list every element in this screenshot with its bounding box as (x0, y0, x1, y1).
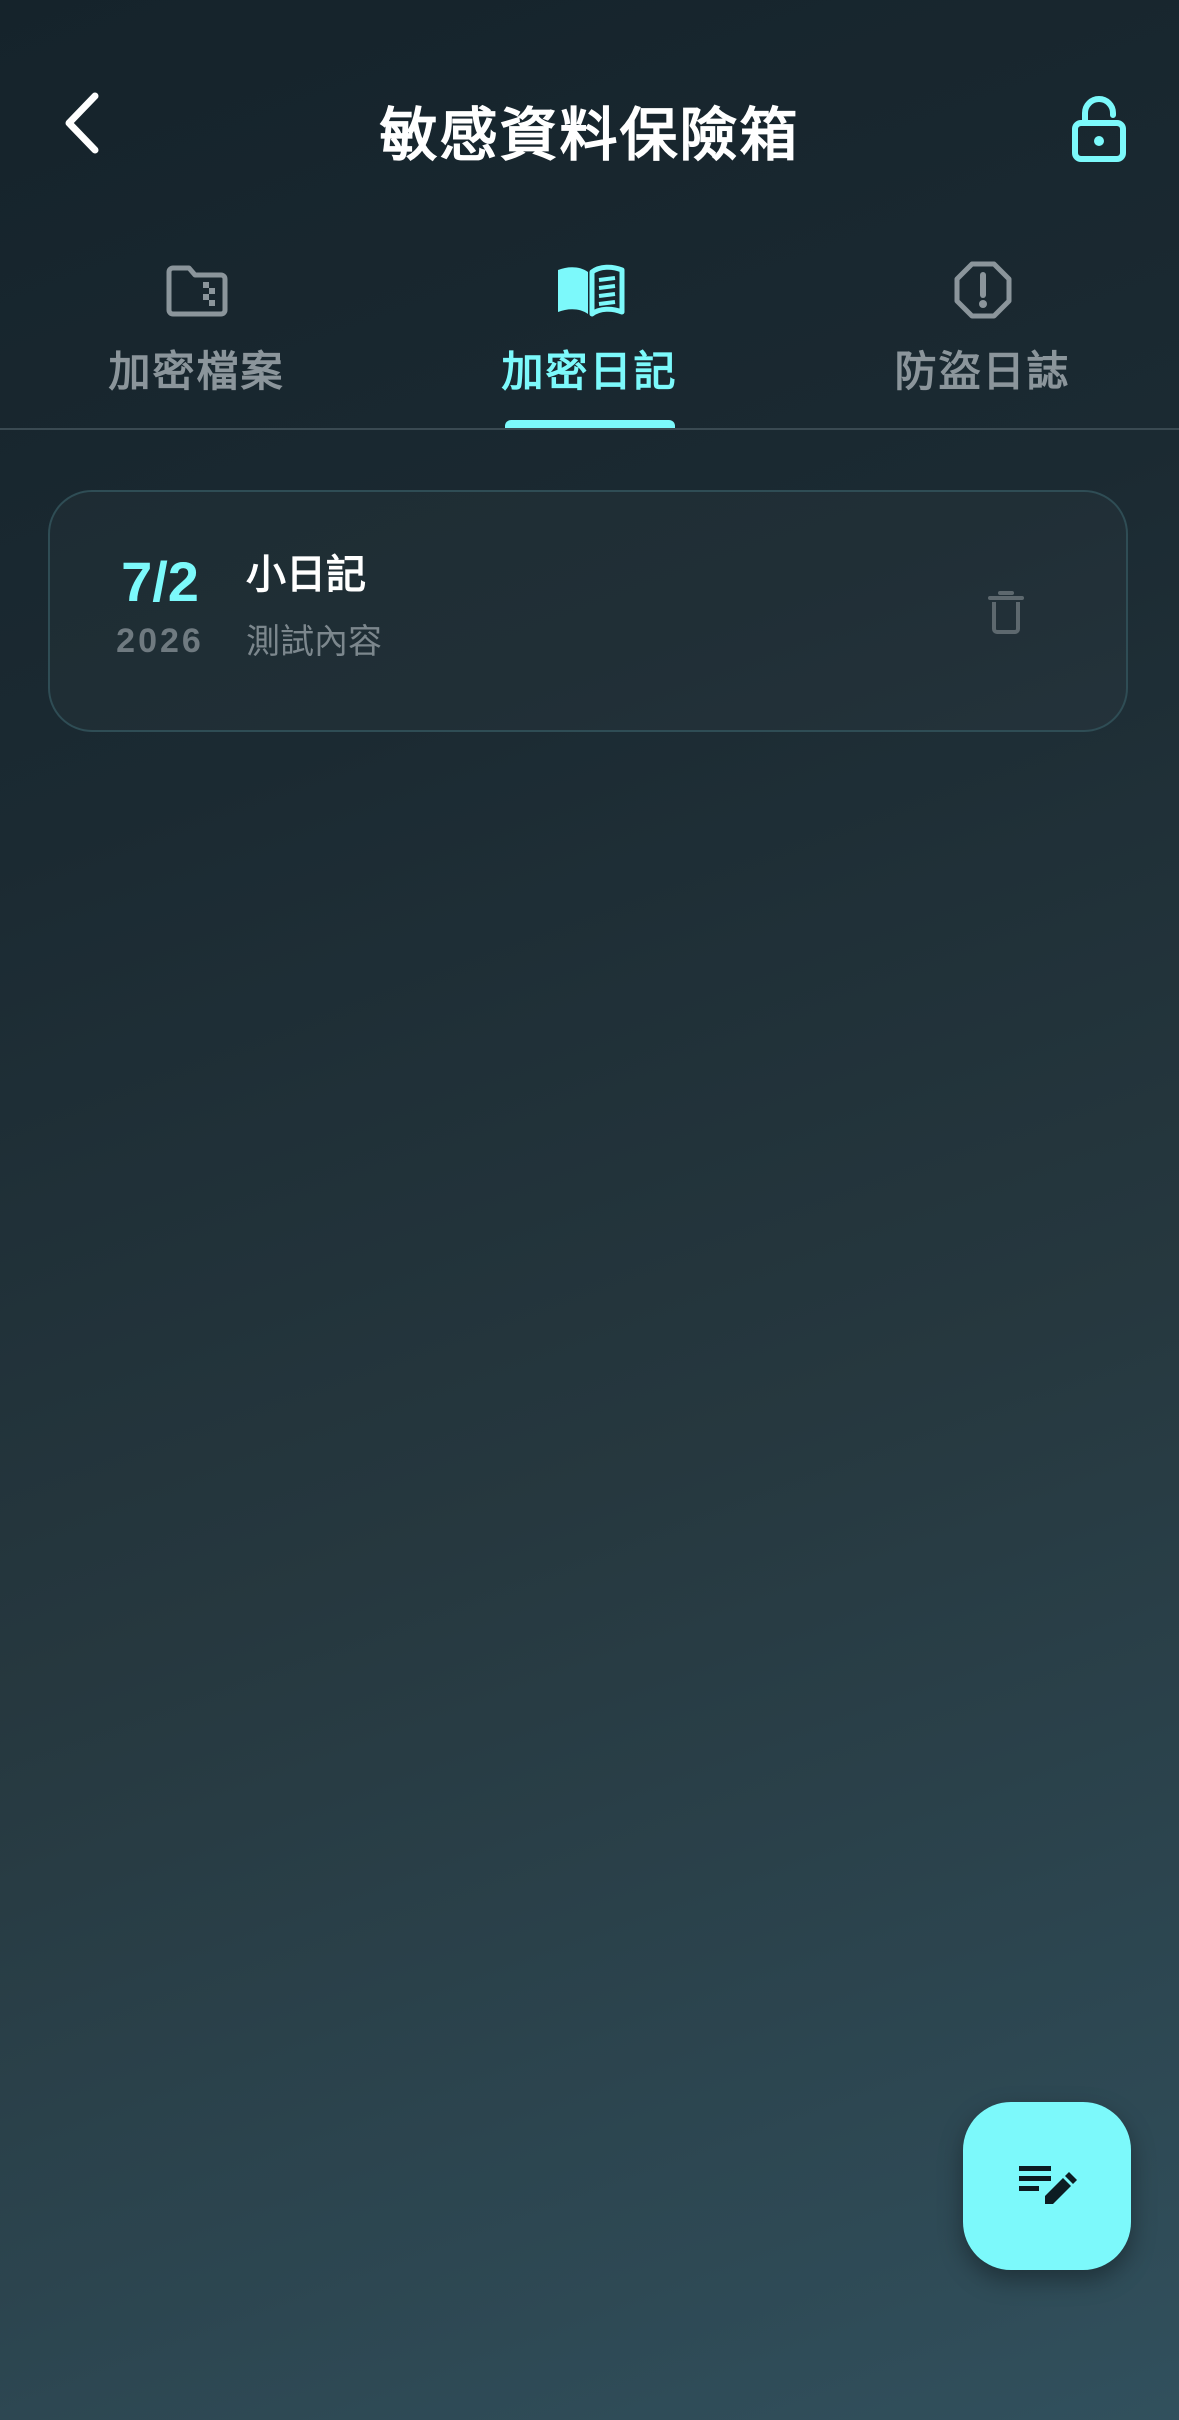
entry-date: 7/2 2026 (90, 552, 230, 661)
alert-octagon-icon (945, 252, 1021, 328)
edit-note-icon (1019, 2166, 1077, 2204)
entry-date-year: 2026 (116, 622, 204, 660)
new-diary-entry-button[interactable] (963, 2102, 1131, 2270)
page-title: 敏感資料保險箱 (379, 101, 800, 169)
unlocked-padlock-icon (1072, 96, 1126, 162)
diary-entry-card[interactable]: 7/2 2026 小日記 測試內容 (48, 490, 1128, 732)
tab-divider (0, 428, 1179, 430)
entry-preview: 測試內容 (246, 622, 382, 662)
tab-encrypted-diary[interactable]: 加密日記 (393, 240, 786, 430)
trash-icon (988, 591, 1024, 634)
tab-label: 加密檔案 (108, 347, 285, 396)
tab-label: 防盜日誌 (894, 347, 1071, 396)
tab-label: 加密日記 (501, 347, 678, 396)
open-book-icon (552, 252, 628, 328)
tab-encrypted-files[interactable]: 加密檔案 (0, 240, 393, 430)
app-header: 敏感資料保險箱 (0, 0, 1179, 210)
encrypted-folder-icon (159, 252, 235, 328)
tab-anti-theft-log[interactable]: 防盜日誌 (786, 240, 1179, 430)
entry-title: 小日記 (246, 552, 366, 598)
delete-entry-button[interactable] (976, 582, 1036, 642)
tab-bar: 加密檔案 加密日記 防盜日誌 (0, 240, 1179, 430)
entry-date-day: 7/2 (121, 550, 199, 613)
lock-button[interactable] (1049, 78, 1149, 178)
